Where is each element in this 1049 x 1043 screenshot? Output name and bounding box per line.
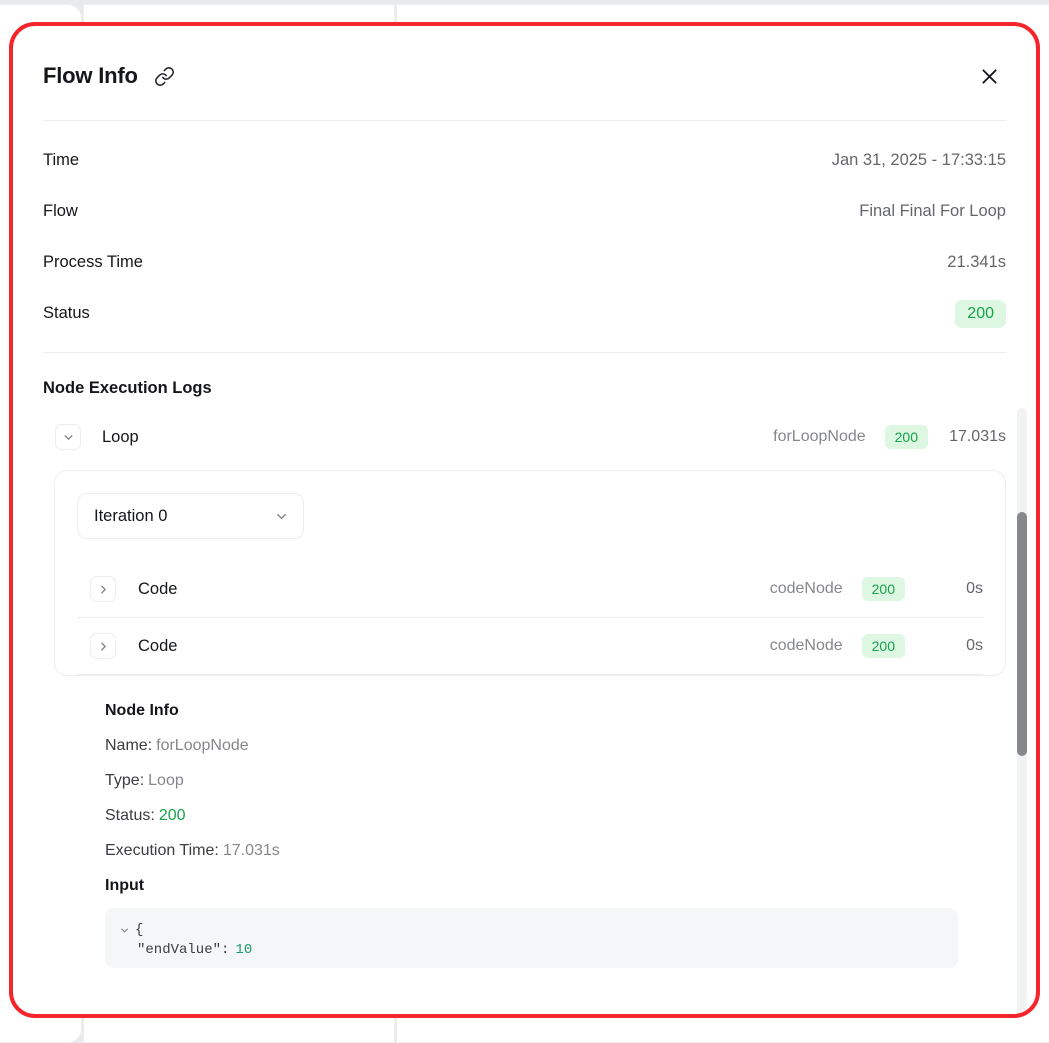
row-divider bbox=[77, 674, 983, 675]
node-execution-time: 0s bbox=[966, 637, 983, 654]
link-icon[interactable] bbox=[154, 66, 175, 87]
info-row-time: Time Jan 31, 2025 - 17:33:15 bbox=[43, 135, 1006, 186]
node-execution-time: 17.031s bbox=[949, 428, 1006, 445]
node-execution-logs-heading: Node Execution Logs bbox=[43, 379, 212, 397]
node-execution-logs-scroll-area: Loop forLoopNode 200 17.031s Iteration 0 bbox=[11, 412, 1038, 968]
node-info-type: Type: Loop bbox=[105, 772, 1006, 790]
node-row-code-1[interactable]: Code codeNode 200 0s bbox=[55, 561, 1005, 617]
info-label: Time bbox=[43, 151, 80, 169]
node-info-type-label: Type: bbox=[105, 772, 145, 789]
info-row-process-time: Process Time 21.341s bbox=[43, 237, 1006, 288]
iteration-child-node-list: Code codeNode 200 0s Code codeNode 200 0… bbox=[55, 561, 1005, 675]
node-info-panel: Node Info Name: forLoopNode Type: Loop Sta… bbox=[43, 676, 1006, 968]
node-info-type-value: Loop bbox=[148, 772, 184, 789]
info-label: Flow bbox=[43, 202, 78, 220]
node-info-execution-time: Execution Time: 17.031s bbox=[105, 842, 1006, 860]
modal-header: Flow Info bbox=[11, 24, 1038, 102]
chevron-down-icon[interactable] bbox=[119, 925, 130, 936]
json-value: 10 bbox=[235, 942, 253, 958]
node-info-name: Name: forLoopNode bbox=[105, 737, 1006, 755]
node-execution-time: 0s bbox=[966, 580, 983, 597]
node-name: Loop bbox=[102, 427, 139, 446]
chevron-down-icon bbox=[274, 509, 289, 524]
json-root-line[interactable]: { bbox=[119, 920, 958, 940]
input-json-viewer[interactable]: { "endValue": 10 bbox=[105, 908, 958, 968]
node-status-badge: 200 bbox=[884, 425, 928, 449]
page-title: Flow Info bbox=[43, 63, 138, 88]
scrollbar-thumb[interactable] bbox=[1017, 512, 1027, 756]
node-info-name-label: Name: bbox=[105, 737, 153, 754]
iteration-card: Iteration 0 Code codeNode 200 0s Code co… bbox=[54, 470, 1006, 676]
node-info-status-value: 200 bbox=[158, 807, 186, 824]
info-label: Process Time bbox=[43, 253, 143, 271]
node-type: codeNode bbox=[769, 637, 843, 654]
iteration-select[interactable]: Iteration 0 bbox=[77, 493, 304, 539]
json-property-line: "endValue": 10 bbox=[119, 940, 958, 960]
info-row-status: Status 200 bbox=[43, 288, 1006, 339]
vertical-scrollbar[interactable] bbox=[1017, 408, 1027, 1016]
node-info-execution-time-label: Execution Time: bbox=[105, 842, 219, 859]
node-type: forLoopNode bbox=[773, 428, 866, 445]
node-row-loop[interactable]: Loop forLoopNode 200 17.031s bbox=[43, 412, 1006, 462]
node-name: Code bbox=[138, 636, 178, 655]
chevron-right-icon[interactable] bbox=[90, 633, 116, 659]
info-row-flow: Flow Final Final For Loop bbox=[43, 186, 1006, 237]
iteration-select-value: Iteration 0 bbox=[94, 506, 168, 525]
input-section-title: Input bbox=[105, 877, 145, 894]
json-key: "endValue": bbox=[137, 942, 230, 958]
node-row-code-2[interactable]: Code codeNode 200 0s bbox=[55, 618, 1005, 674]
chevron-right-icon[interactable] bbox=[90, 576, 116, 602]
node-info-execution-time-value: 17.031s bbox=[222, 842, 280, 859]
flow-info-list: Time Jan 31, 2025 - 17:33:15 Flow Final … bbox=[11, 121, 1038, 339]
chevron-down-icon[interactable] bbox=[55, 424, 81, 450]
status-badge: 200 bbox=[955, 299, 1006, 328]
flow-info-modal: Flow Info Time Jan 31, 2025 - 17:33:15 F… bbox=[11, 24, 1038, 1016]
json-open-brace: { bbox=[135, 922, 144, 938]
node-info-title: Node Info bbox=[105, 702, 179, 719]
node-name: Code bbox=[138, 579, 178, 598]
info-value: Jan 31, 2025 - 17:33:15 bbox=[831, 151, 1006, 169]
node-info-name-value: forLoopNode bbox=[156, 737, 249, 754]
node-status-badge: 200 bbox=[861, 577, 905, 601]
info-label: Status bbox=[43, 304, 90, 322]
node-info-status-label: Status: bbox=[105, 807, 155, 824]
node-info-status: Status: 200 bbox=[105, 807, 1006, 825]
info-value: Final Final For Loop bbox=[859, 202, 1006, 220]
node-type: codeNode bbox=[769, 580, 843, 597]
info-value: 21.341s bbox=[947, 253, 1006, 271]
close-button[interactable] bbox=[972, 59, 1006, 93]
node-status-badge: 200 bbox=[861, 634, 905, 658]
